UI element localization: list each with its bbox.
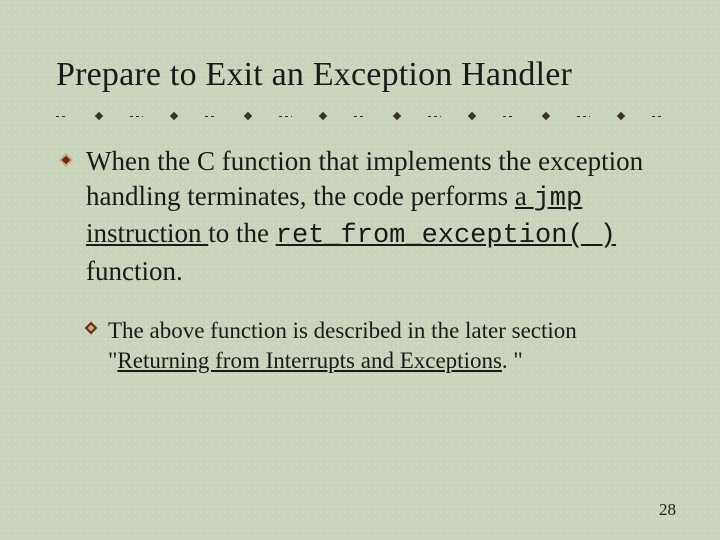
- bullet-sub: The above function is described in the l…: [104, 316, 664, 376]
- ret-from-exception-link: ret_from_exception( ): [276, 218, 616, 248]
- title-separator: [56, 112, 664, 120]
- slide-title: Prepare to Exit an Exception Handler: [56, 56, 664, 94]
- bullet-icon-sub: [84, 321, 98, 335]
- returning-section-link: Returning from Interrupts and Exceptions: [117, 348, 502, 373]
- page-number: 28: [659, 500, 676, 520]
- bullet-main-text-mid: to the: [208, 218, 276, 248]
- bullet-icon-main: [58, 152, 74, 168]
- bullet-main-text-post: function.: [86, 256, 183, 286]
- bullet-sub-text-post: . ": [502, 348, 523, 373]
- bullet-main: When the C function that implements the …: [86, 144, 664, 288]
